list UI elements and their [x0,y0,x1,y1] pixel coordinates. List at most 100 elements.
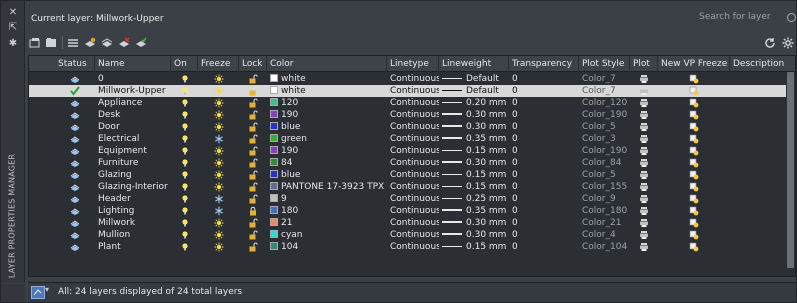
layer-transparency[interactable]: 0 [509,229,579,241]
plot-printer-icon[interactable] [639,194,649,204]
layer-color[interactable]: white [267,85,387,97]
layer-linetype[interactable]: Continuous [387,145,439,157]
sun-thawed-icon[interactable] [214,170,224,180]
lightbulb-on-icon[interactable] [180,98,190,108]
layer-linetype[interactable]: Continuous [387,205,439,217]
layer-linetype[interactable]: Continuous [387,97,439,109]
layer-name[interactable]: Equipment [95,145,171,157]
layer-status-icon[interactable] [70,170,80,180]
layer-row[interactable]: Millwork 21 Continuous 0.30 mm 0 Color_21 [29,217,795,229]
sun-thawed-icon[interactable] [214,74,224,84]
vp-freeze-icon[interactable] [689,218,699,228]
layer-transparency[interactable]: 0 [509,85,579,97]
padlock-unlocked-icon[interactable] [248,182,258,192]
set-current-icon[interactable] [135,37,147,48]
layer-row[interactable]: Lighting 180 Continuous 0.35 mm 0 Color_180 [29,205,795,217]
layer-name[interactable]: Desk [95,109,171,121]
column-header-description[interactable]: Description [730,56,795,72]
layer-status-icon[interactable] [70,134,80,144]
layer-name[interactable]: Electrical [95,133,171,145]
layer-lineweight[interactable]: 0.15 mm [439,181,509,193]
current-layer-check-icon[interactable] [70,86,80,96]
lightbulb-on-icon[interactable] [180,230,190,240]
layer-lineweight[interactable]: 0.30 mm [439,217,509,229]
sun-thawed-icon[interactable] [214,242,224,252]
lightbulb-on-icon[interactable] [180,122,190,132]
column-header-plot[interactable]: Plot [630,56,658,72]
plot-printer-icon[interactable] [639,134,649,144]
snowflake-frozen-icon[interactable] [214,206,224,216]
layer-plot-style[interactable]: Color_120 [579,97,630,109]
sun-thawed-icon[interactable] [214,86,224,96]
vp-freeze-icon[interactable] [689,158,699,168]
layer-name[interactable]: Plant [95,241,171,253]
padlock-locked-icon[interactable] [248,206,258,216]
vp-freeze-icon[interactable] [689,86,699,96]
sun-thawed-icon[interactable] [214,182,224,192]
snowflake-frozen-icon[interactable] [214,194,224,204]
layer-row[interactable]: Glazing blue Continuous 0.15 mm 0 Color_5 [29,169,795,181]
layer-linetype[interactable]: Continuous [387,229,439,241]
layer-color[interactable]: blue [267,121,387,133]
layer-linetype[interactable]: Continuous [387,73,439,85]
vp-freeze-icon[interactable] [689,194,699,204]
plot-printer-icon[interactable] [639,170,649,180]
layer-transparency[interactable]: 0 [509,109,579,121]
lightbulb-on-icon[interactable] [180,86,190,96]
layer-row[interactable]: Plant 104 Continuous 0.15 mm 0 Color_104 [29,241,795,253]
layer-lineweight[interactable]: 0.30 mm [439,157,509,169]
layer-transparency[interactable]: 0 [509,145,579,157]
layer-color[interactable]: 180 [267,205,387,217]
layer-row[interactable]: 0 white Continuous Default 0 Color_7 [29,73,795,85]
layer-lineweight[interactable]: 0.15 mm [439,169,509,181]
sun-thawed-icon[interactable] [214,230,224,240]
vp-freeze-icon[interactable] [689,170,699,180]
layer-linetype[interactable]: Continuous [387,217,439,229]
layer-plot-style[interactable]: Color_5 [579,121,630,133]
layer-linetype[interactable]: Continuous [387,133,439,145]
layer-plot-style[interactable]: Color_4 [579,229,630,241]
layer-row[interactable]: Desk 190 Continuous 0.30 mm 0 Color_190 [29,109,795,121]
layer-name[interactable]: Glazing [95,169,171,181]
filter-icon[interactable] [31,286,45,299]
new-layer-icon[interactable] [84,37,96,48]
layer-status-icon[interactable] [70,98,80,108]
padlock-unlocked-icon[interactable] [248,194,258,204]
vp-freeze-icon[interactable] [689,206,699,216]
layer-name[interactable]: Door [95,121,171,133]
layer-transparency[interactable]: 0 [509,181,579,193]
layer-status-icon[interactable] [70,74,80,84]
layer-plot-style[interactable]: Color_7 [579,85,630,97]
lightbulb-on-icon[interactable] [180,158,190,168]
layer-row[interactable]: Door blue Continuous 0.30 mm 0 Color_5 [29,121,795,133]
layer-color[interactable]: PANTONE 17-3923 TPX [267,181,387,193]
layer-status-icon[interactable] [70,230,80,240]
column-header-name[interactable]: Name [95,56,171,72]
layer-plot-style[interactable]: Color_190 [579,109,630,121]
layer-color[interactable]: 120 [267,97,387,109]
close-icon[interactable]: ✕ [7,7,19,18]
layer-plot-style[interactable]: Color_104 [579,241,630,253]
column-header-plot-style[interactable]: Plot Style [579,56,630,72]
layer-row[interactable]: Furniture 84 Continuous 0.30 mm 0 Color_84 [29,157,795,169]
layer-lineweight[interactable]: 0.30 mm [439,229,509,241]
snowflake-frozen-icon[interactable] [214,134,224,144]
layer-row[interactable]: Millwork-Upper white Continuous Default 0 Col… [29,85,795,97]
lightbulb-on-icon[interactable] [180,134,190,144]
layer-lineweight[interactable]: 0.30 mm [439,121,509,133]
layer-linetype[interactable]: Continuous [387,121,439,133]
column-header-linetype[interactable]: Linetype [387,56,439,72]
layer-plot-style[interactable]: Color_180 [579,205,630,217]
lightbulb-on-icon[interactable] [180,206,190,216]
layer-transparency[interactable]: 0 [509,97,579,109]
plot-printer-icon[interactable] [639,122,649,132]
new-layer-vp-frozen-icon[interactable] [101,37,113,48]
layer-transparency[interactable]: 0 [509,217,579,229]
layer-color[interactable]: 84 [267,157,387,169]
plot-printer-icon[interactable] [639,242,649,252]
search-input[interactable]: Search for layer [697,10,795,25]
plot-printer-icon[interactable] [639,182,649,192]
padlock-unlocked-icon[interactable] [248,146,258,156]
column-header-lock[interactable]: Lock [239,56,267,72]
layer-lineweight[interactable]: 0.15 mm [439,145,509,157]
